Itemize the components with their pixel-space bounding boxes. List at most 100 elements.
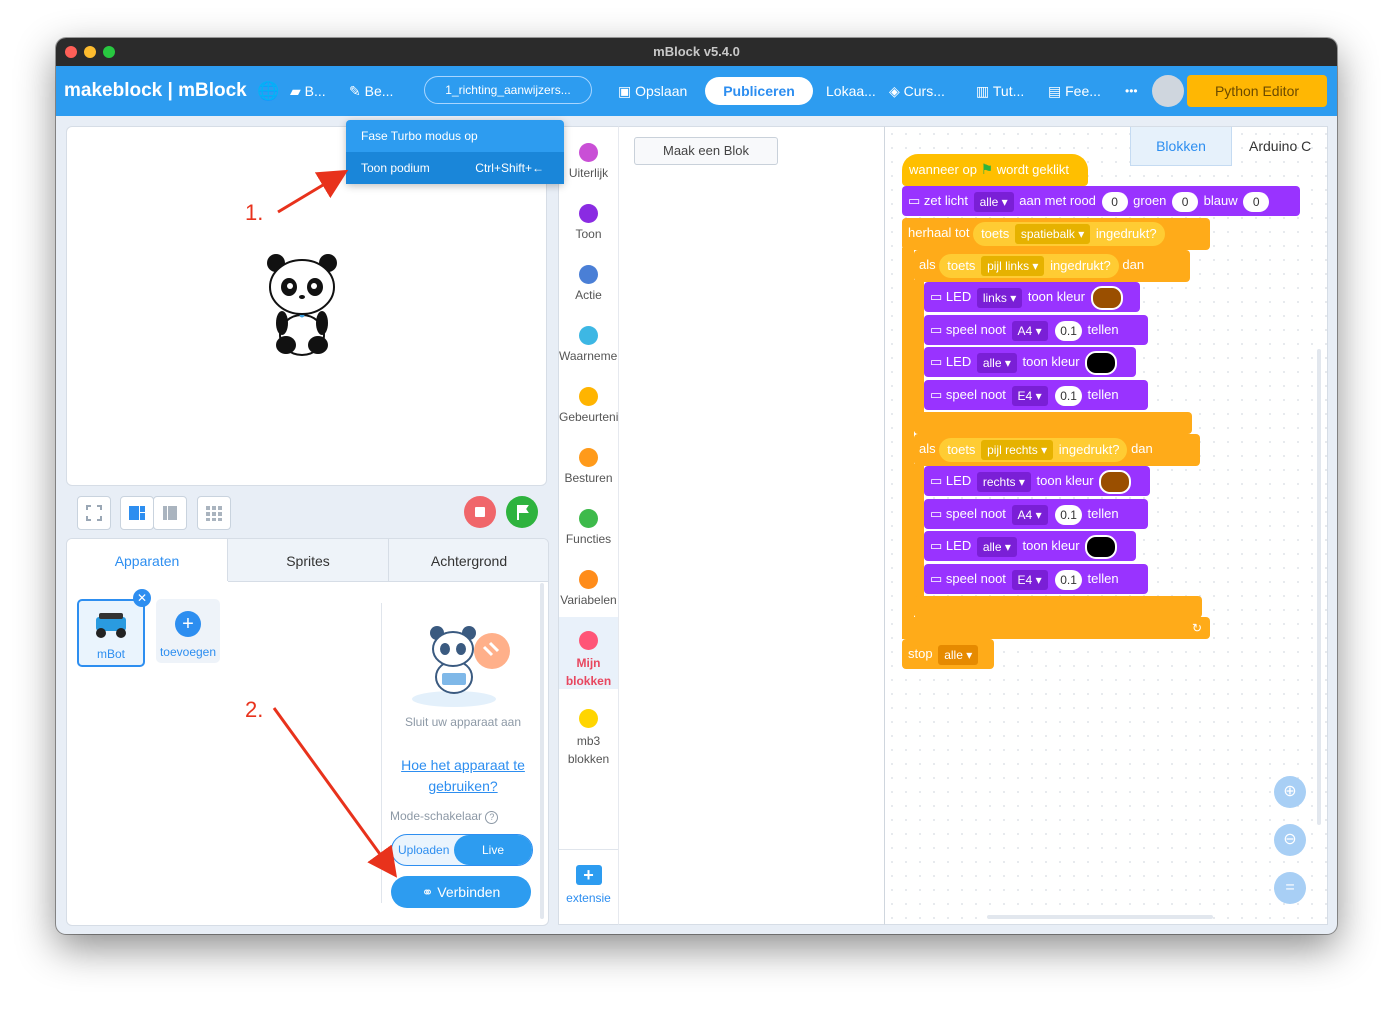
category-looks[interactable]: Uiterlijk <box>559 143 618 180</box>
add-device-button[interactable]: + toevoegen <box>156 599 220 663</box>
category-mb3-blocks[interactable]: mb3 blokken <box>559 709 618 768</box>
key-pressed-sensor[interactable]: toets pijl rechts ▾ ingedrukt? <box>939 437 1128 462</box>
beats-input[interactable]: 0.1 <box>1055 385 1082 406</box>
green-flag-button[interactable] <box>506 496 538 528</box>
play-note-block[interactable]: ▭ speel noot E4 ▾ 0.1 tellen <box>924 564 1148 594</box>
category-sound[interactable]: Toon <box>559 204 618 241</box>
led-color-block[interactable]: ▭ LED rechts ▾ toon kleur <box>924 466 1150 496</box>
note-dropdown[interactable]: E4 ▾ <box>1011 569 1048 590</box>
note-dropdown[interactable]: E4 ▾ <box>1011 385 1048 406</box>
color-swatch[interactable] <box>1085 350 1118 375</box>
zoom-in-button[interactable]: ⊕ <box>1274 776 1306 808</box>
help-link[interactable]: Hoe het apparaat te gebruiken? <box>389 755 537 797</box>
category-functions[interactable]: Functies <box>559 509 618 546</box>
led-color-block[interactable]: ▭ LED alle ▾ toon kleur <box>924 347 1136 377</box>
file-menu[interactable]: ▰ B... <box>290 66 326 116</box>
beats-input[interactable]: 0.1 <box>1055 320 1082 341</box>
more-menu[interactable]: ••• <box>1125 66 1138 116</box>
zoom-reset-button[interactable]: = <box>1274 872 1306 904</box>
when-flag-clicked-block[interactable]: wanneer op ⚑ wordt geklikt <box>902 154 1088 186</box>
red-value-input[interactable]: 0 <box>1101 191 1128 212</box>
category-events[interactable]: Gebeurtenis <box>559 387 618 424</box>
close-window-icon[interactable] <box>65 46 77 58</box>
script-horizontal-scrollbar[interactable] <box>987 915 1213 919</box>
color-swatch[interactable] <box>1085 534 1118 559</box>
remove-device-icon[interactable]: ✕ <box>133 589 151 607</box>
globe-icon[interactable]: 🌐 <box>257 66 279 116</box>
minimize-window-icon[interactable] <box>84 46 96 58</box>
tab-backdrop[interactable]: Achtergrond <box>389 539 548 582</box>
green-value-input[interactable]: 0 <box>1172 191 1199 212</box>
key-dropdown[interactable]: pijl rechts ▾ <box>981 440 1054 461</box>
menu-item-turbo-mode[interactable]: Fase Turbo modus op <box>346 120 564 152</box>
play-note-block[interactable]: ▭ speel noot A4 ▾ 0.1 tellen <box>924 499 1148 529</box>
repeat-until-block[interactable]: herhaal tot toets spatiebalk ▾ ingedrukt… <box>902 218 1210 250</box>
blue-value-input[interactable]: 0 <box>1243 191 1270 212</box>
note-dropdown[interactable]: A4 ▾ <box>1011 504 1048 525</box>
beats-input[interactable]: 0.1 <box>1055 569 1082 590</box>
key-dropdown[interactable]: pijl links ▾ <box>981 256 1045 277</box>
zoom-out-button[interactable]: ⊖ <box>1274 824 1306 856</box>
connect-button[interactable]: ⚭ Verbinden <box>391 876 531 908</box>
tutorials-menu[interactable]: ▥ Tut... <box>976 66 1024 116</box>
classroom-menu[interactable]: Lokaa... <box>826 66 876 116</box>
fullscreen-button[interactable] <box>77 496 111 530</box>
led-color-block[interactable]: ▭ LED links ▾ toon kleur <box>924 282 1140 312</box>
tab-devices[interactable]: Apparaten <box>67 539 228 581</box>
key-dropdown[interactable]: spatiebalk ▾ <box>1014 224 1091 245</box>
play-note-block[interactable]: ▭ speel noot A4 ▾ 0.1 tellen <box>924 315 1148 345</box>
category-variables[interactable]: Variabelen <box>559 570 618 607</box>
category-motion[interactable]: Actie <box>559 265 618 302</box>
tab-blocks[interactable]: Blokken <box>1130 127 1232 166</box>
if-left-block[interactable]: als toets pijl links ▾ ingedrukt? dan <box>914 250 1190 282</box>
play-note-block[interactable]: ▭ speel noot E4 ▾ 0.1 tellen <box>924 380 1148 410</box>
zoom-window-icon[interactable] <box>103 46 115 58</box>
python-editor-button[interactable]: Python Editor <box>1187 75 1327 107</box>
key-pressed-sensor[interactable]: toets spatiebalk ▾ ingedrukt? <box>973 221 1165 246</box>
beats-input[interactable]: 0.1 <box>1055 504 1082 525</box>
script-vertical-scrollbar[interactable] <box>1317 349 1321 825</box>
device-card-mbot[interactable]: mBot <box>77 599 145 667</box>
stop-target-dropdown[interactable]: alle ▾ <box>938 644 979 665</box>
stop-button[interactable] <box>464 496 496 528</box>
make-block-button[interactable]: Maak een Blok <box>634 137 778 165</box>
publish-button[interactable]: Publiceren <box>705 77 813 105</box>
save-menu[interactable]: ▣ Opslaan <box>618 66 687 116</box>
layout-grid-button[interactable] <box>197 496 231 530</box>
menu-item-show-stage[interactable]: Toon podium Ctrl+Shift+← <box>346 152 564 184</box>
led-color-block[interactable]: ▭ LED alle ▾ toon kleur <box>924 531 1136 561</box>
category-control[interactable]: Besturen <box>559 448 618 485</box>
category-my-blocks[interactable]: Mijn blokken <box>559 617 618 689</box>
extension-button[interactable]: + extensie <box>559 865 618 905</box>
project-name-field[interactable]: 1_richting_aanwijzers... <box>424 76 592 104</box>
led-target-dropdown[interactable]: links ▾ <box>976 287 1023 308</box>
layout-small-stage-button[interactable] <box>153 496 187 530</box>
feedback-menu[interactable]: ▤ Fee... <box>1048 66 1101 116</box>
tab-arduino-c[interactable]: Arduino C <box>1237 127 1327 165</box>
light-target-dropdown[interactable]: alle ▾ <box>973 191 1014 212</box>
color-swatch[interactable] <box>1090 285 1123 310</box>
mode-upload-option[interactable]: Uploaden <box>398 835 449 865</box>
led-target-dropdown[interactable]: rechts ▾ <box>976 471 1031 492</box>
note-dropdown[interactable]: A4 ▾ <box>1011 320 1048 341</box>
help-icon[interactable]: ? <box>485 811 499 824</box>
user-avatar[interactable] <box>1152 75 1184 107</box>
stop-block[interactable]: stop alle ▾ <box>902 639 994 669</box>
layout-large-stage-button[interactable] <box>120 496 154 530</box>
color-swatch[interactable] <box>1099 469 1132 494</box>
led-target-dropdown[interactable]: alle ▾ <box>976 536 1017 557</box>
panda-sprite[interactable] <box>262 249 342 359</box>
edit-menu[interactable]: ✎ Be... <box>349 66 393 116</box>
if-right-block[interactable]: als toets pijl rechts ▾ ingedrukt? dan <box>914 434 1200 466</box>
set-light-block[interactable]: ▭ zet licht alle ▾ aan met rood 0 groen … <box>902 186 1300 216</box>
courses-menu[interactable]: ◈ Curs... <box>889 66 945 116</box>
connect-hint: Sluit uw apparaat aan <box>404 715 522 729</box>
key-pressed-sensor[interactable]: toets pijl links ▾ ingedrukt? <box>939 253 1119 278</box>
mode-live-option[interactable]: Live <box>454 835 532 865</box>
category-sensing[interactable]: Waarnemen <box>559 326 618 363</box>
script-area[interactable]: Blokken Arduino C wanneer op ⚑ wordt gek… <box>884 126 1328 925</box>
led-target-dropdown[interactable]: alle ▾ <box>976 352 1017 373</box>
mode-switch[interactable]: Uploaden Live <box>391 834 533 866</box>
devices-scrollbar[interactable] <box>540 583 544 919</box>
tab-sprites[interactable]: Sprites <box>228 539 389 582</box>
